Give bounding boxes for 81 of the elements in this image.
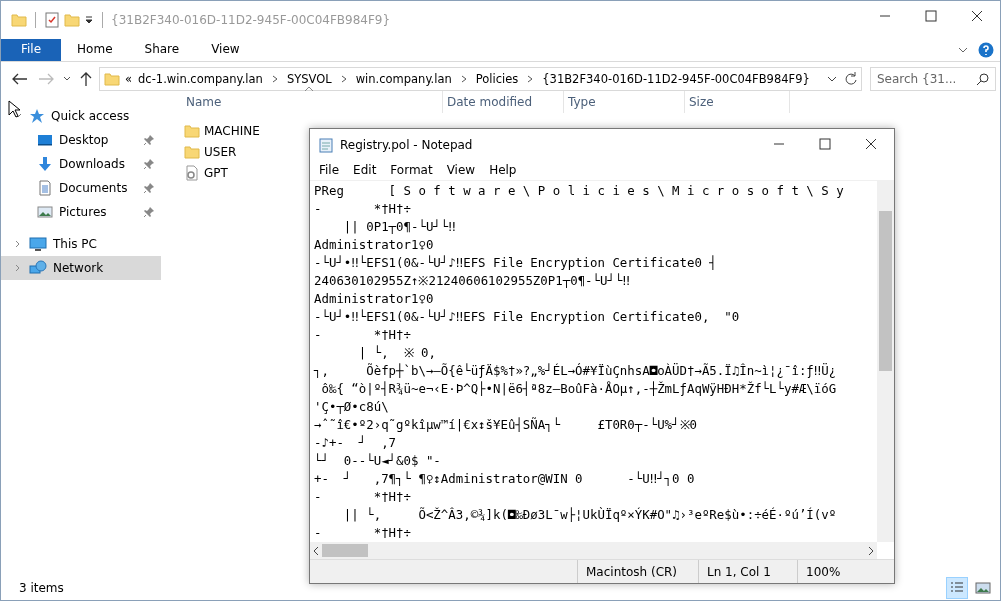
text-line: ô‰{ “ò|º┤R¾ü~e¬‹E·Þ^Q├•N|ë6┤ª8z—BoûFà·ÅOµ↑‚-┼ŽmLƒAqWÿHÐH*Žf└L└y#Æ\ïóG (320, 380, 838, 398)
window-title: Registry.pol - Notepad (340, 137, 474, 152)
text-line: 240630102955Z↑※21240606102955Z0P1┬0¶-└U┘└‼ (314, 272, 631, 290)
folder-icon (184, 122, 200, 139)
nav-item[interactable]: Documents (1, 176, 161, 200)
picture-icon (37, 204, 53, 220)
breadcrumb-item[interactable]: win.company.lan (354, 72, 453, 86)
computer-icon (29, 236, 47, 252)
nav-item[interactable]: Pictures (1, 200, 161, 224)
nav-item[interactable]: Network (1, 256, 161, 280)
menu-item[interactable]: Format (383, 163, 440, 177)
menu-item[interactable]: File (312, 163, 347, 177)
text-line: ┐, Õèfp┼`b\→—Õ{ê└üƒÄ$%†»?„%┘ÉL→Ó#¥ÏùÇnhsA◘oÀÜD†→Ã5.Ï♫În~ì¦¿¯î:ƒ‼Ü¿ (314, 362, 838, 380)
item-count: 3 items (19, 581, 64, 595)
document-icon (37, 180, 53, 196)
column-header[interactable]: Date modified (443, 91, 564, 113)
mouse-pointer-icon (8, 100, 20, 118)
column-header[interactable]: Type (564, 91, 685, 113)
status-text: 100% (797, 560, 894, 583)
menu-item[interactable]: View (439, 163, 483, 177)
folder-icon (104, 71, 120, 87)
text-line: - *†H†÷ (314, 200, 412, 218)
text-line: PReg [ S o f t w a r e \ P o l i c i e s \ M i c r o s o f t \ S y (314, 182, 845, 200)
text-line: - *†H†÷ (314, 488, 412, 506)
address-bar[interactable]: « dc-1.win.company.lan SYSVOL win.company.lan Policies {31B2F340-016D-11D2-945F-00C04FB984F9} (99, 67, 862, 91)
text-line: | └, ※ 0, (357, 344, 437, 362)
breadcrumb-item[interactable]: {31B2F340-016D-11D2-945F-00C04FB984F9} (541, 72, 811, 86)
text-line: -└U┘•‼└EFS1(0&-└U┘♪‼EFS File Encryption Certificate0, "0 (314, 308, 741, 326)
search-field[interactable]: Search {31... (870, 67, 996, 91)
list-entry[interactable]: USER (182, 141, 241, 162)
column-header[interactable]: Name (182, 91, 443, 113)
refresh-icon[interactable] (843, 71, 859, 87)
star-icon (29, 108, 45, 124)
settings-file-icon (184, 164, 200, 181)
download-icon (37, 156, 53, 172)
ribbon-tab[interactable]: View (195, 39, 256, 61)
folder-icon (184, 143, 200, 160)
ribbon-tab[interactable]: Home (61, 39, 129, 61)
sort-icon (304, 86, 314, 92)
list-entry[interactable]: MACHINE (182, 120, 264, 141)
text-line: || └, Õ<Ž^Â3,©¾]k(◘‰Ðø3L¯w├¦UkÙÏqº×ÝK#O"♫›³eºRe$ù•:÷éÉ·ºú’Í(vº (342, 506, 838, 524)
text-line: -♪+- ┘ ,7 (314, 434, 398, 452)
text-line: - *†H†÷ (314, 326, 412, 344)
status-text: Macintosh (CR) (577, 560, 698, 583)
help-icon[interactable] (978, 42, 994, 58)
thumbnails-view-icon[interactable] (974, 579, 992, 597)
column-header[interactable]: Size (685, 91, 790, 113)
text-line: 'Ç•┬Ø•c8ú\ (314, 398, 390, 416)
properties-icon[interactable] (44, 12, 60, 28)
search-icon (976, 72, 990, 86)
text-line: +- ┘ ,7¶┐└ ¶♀↕Administrator@WIN 0 -└U‼┘┐0 0 (314, 470, 696, 488)
folder-icon (11, 12, 27, 28)
nav-item[interactable]: Desktop (1, 128, 161, 152)
breadcrumb-item[interactable]: « (124, 72, 134, 86)
breadcrumb-item[interactable]: Policies (474, 72, 520, 86)
text-line: └┘ 0--└U◄┘&0$ "- (314, 452, 442, 470)
menu-item[interactable]: Edit (346, 163, 384, 177)
text-line: →ˆ˜î€•º2›q˜gºkîµw™í|€x↕š¥Eû┤SÑA┐└ £T0R0┬-└U%┘※0 (314, 416, 698, 434)
notepad-icon (318, 136, 334, 153)
ribbon-tab[interactable]: Share (128, 39, 196, 61)
vertical-scrollbar[interactable] (877, 181, 894, 542)
scrollbar-thumb[interactable] (879, 211, 892, 371)
network-icon (29, 260, 47, 276)
text-line: Administrator1♀0 (314, 236, 435, 254)
text-line: Administrator1♀0 (314, 290, 435, 308)
window-title: {31B2F340-016D-11D2-945F-00C04FB984F9} (111, 13, 392, 27)
ribbon-tab[interactable]: File (1, 39, 62, 61)
horizontal-scrollbar[interactable] (310, 542, 877, 559)
nav-item[interactable]: Quick access (1, 104, 161, 128)
desktop-icon (37, 132, 53, 148)
text-line: - *†H†÷ (314, 524, 412, 542)
nav-item[interactable]: Downloads (1, 152, 161, 176)
breadcrumb-item[interactable]: dc-1.win.company.lan (137, 72, 264, 86)
status-text: Ln 1, Col 1 (698, 560, 797, 583)
breadcrumb-item[interactable]: SYSVOL (285, 72, 333, 86)
nav-item[interactable]: This PC (1, 232, 161, 256)
scrollbar-thumb[interactable] (322, 544, 368, 557)
text-line: || 0P1┬0¶-└U┘└‼ (342, 218, 457, 236)
text-line: -└U┘•‼└EFS1(0&-└U┘♪‼EFS File Encryption Certificate0 ┤ (314, 254, 718, 272)
menu-item[interactable]: Help (482, 163, 524, 177)
list-entry[interactable]: GPT (182, 162, 232, 183)
